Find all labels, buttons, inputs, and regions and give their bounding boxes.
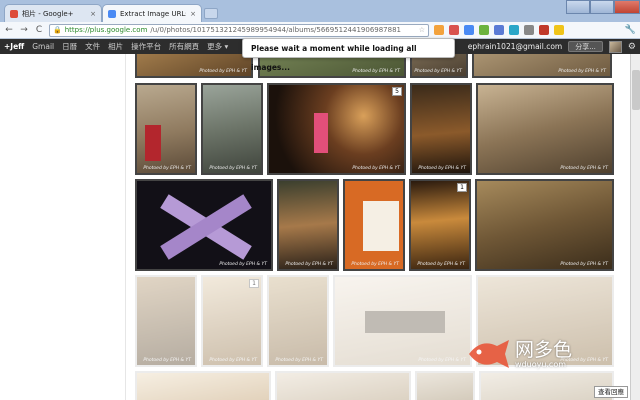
photo-thumbnail[interactable]	[275, 371, 411, 400]
reload-icon[interactable]: C	[34, 25, 44, 35]
gbar-link-documents[interactable]: 文件	[85, 41, 100, 52]
maximize-button[interactable]	[590, 0, 614, 14]
photo-thumbnail[interactable]: Photoed by EPH & YT	[135, 83, 197, 175]
red-mailbox-shape	[145, 125, 161, 161]
photo-thumbnail[interactable]	[135, 371, 271, 400]
photo-credit: Photoed by EPH & YT	[560, 262, 608, 267]
photo-credit: Photoed by EPH & YT	[414, 69, 462, 74]
tab-photos[interactable]: 相片 - Google+ ×	[4, 4, 102, 22]
extension-icon[interactable]	[464, 25, 474, 35]
extension-icon[interactable]	[524, 25, 534, 35]
new-tab-button[interactable]	[204, 8, 218, 19]
tab-extract-image-urls[interactable]: Extract Image URLs for Google+ ×	[102, 4, 202, 22]
photo-thumbnail[interactable]: Photoed by EPH & YT	[476, 83, 614, 175]
photo-credit: Photoed by EPH & YT	[199, 69, 247, 74]
gbar-user-link[interactable]: +Jeff	[4, 42, 24, 51]
gbar-link-gmail[interactable]: Gmail	[32, 42, 54, 51]
minimize-button[interactable]	[566, 0, 590, 14]
gbar-link-calendar[interactable]: 日曆	[62, 41, 77, 52]
photo-credit: Photoed by EPH & YT	[418, 358, 466, 363]
watermark-url: wduoyu.com	[515, 359, 567, 369]
watermark-brand: 网多色	[515, 338, 573, 361]
stone-sculpture-shape	[365, 311, 445, 333]
url-host: https://plus.google.com	[64, 26, 148, 34]
close-tab-icon[interactable]: ×	[190, 10, 196, 18]
browser-toolbar: ← → C 🔒 https://plus.google.com/u/0/phot…	[0, 22, 640, 39]
photo-thumbnail[interactable]: Photoed by EPH & YT	[475, 179, 614, 271]
gbar-link-photos[interactable]: 相片	[108, 41, 123, 52]
photo-thumbnail[interactable]: 1 Photoed by EPH & YT	[201, 275, 263, 367]
extension-favicon-icon	[108, 9, 116, 18]
photo-credit: Photoed by EPH & YT	[219, 262, 267, 267]
account-email[interactable]: ephrain1021@gmail.com	[468, 42, 562, 51]
back-arrow-icon[interactable]: ←	[4, 25, 14, 35]
photo-credit: Photoed by EPH & YT	[417, 262, 465, 267]
tab-title: 相片 - Google+	[22, 9, 74, 18]
pink-sign-shape	[314, 113, 328, 153]
forward-arrow-icon[interactable]: →	[19, 25, 29, 35]
extension-icon[interactable]	[494, 25, 504, 35]
fish-logo-icon	[465, 334, 511, 374]
gbar-link-more[interactable]: 更多 ▾	[207, 41, 228, 52]
lock-icon: 🔒	[53, 26, 62, 34]
orange-sign-panel	[363, 201, 399, 251]
photo-credit: Photoed by EPH & YT	[558, 69, 606, 74]
photo-thumbnail[interactable]: 5 Photoed by EPH & YT	[267, 83, 406, 175]
photo-credit: Photoed by EPH & YT	[418, 166, 466, 171]
tab-title: Extract Image URLs for Google+	[120, 9, 186, 18]
photo-credit: Photoed by EPH & YT	[285, 262, 333, 267]
address-bar[interactable]: 🔒 https://plus.google.com/u/0/photos/101…	[49, 23, 429, 37]
extension-icon[interactable]	[434, 25, 444, 35]
photo-credit: Photoed by EPH & YT	[351, 262, 399, 267]
share-button[interactable]: 分享...	[568, 41, 603, 52]
page-scrollbar[interactable]	[630, 54, 640, 400]
photo-thumbnail[interactable]: Photoed by EPH & YT	[201, 83, 263, 175]
photo-count-badge: 1	[249, 279, 259, 288]
loading-notice: Please wait a moment while loading all i…	[242, 38, 455, 72]
tab-strip: 相片 - Google+ × Extract Image URLs for Go…	[0, 0, 640, 22]
photo-thumbnail[interactable]: Photoed by EPH & YT	[135, 275, 197, 367]
gbar-link-web[interactable]: 所有網頁	[169, 41, 199, 52]
photo-credit: Photoed by EPH & YT	[352, 69, 400, 74]
content-divider	[125, 54, 126, 400]
bookmark-star-icon[interactable]: ☆	[419, 26, 425, 34]
photo-thumbnail[interactable]: Photoed by EPH & YT	[410, 83, 472, 175]
photo-credit: Photoed by EPH & YT	[209, 166, 257, 171]
extension-icon[interactable]	[509, 25, 519, 35]
avatar[interactable]	[608, 40, 622, 53]
photo-thumbnail[interactable]: Photoed by EPH & YT	[343, 179, 405, 271]
photo-credit: Photoed by EPH & YT	[209, 358, 257, 363]
photo-thumbnail[interactable]: Photoed by EPH & YT	[277, 179, 339, 271]
left-margin	[0, 54, 125, 400]
photo-thumbnail[interactable]: Photoed by EPH & YT	[135, 54, 253, 78]
photo-credit: Photoed by EPH & YT	[560, 166, 608, 171]
photo-credit: Photoed by EPH & YT	[352, 166, 400, 171]
photo-credit: Photoed by EPH & YT	[275, 358, 323, 363]
extension-icon[interactable]	[479, 25, 489, 35]
photo-count-badge: 5	[392, 87, 402, 96]
photo-thumbnail[interactable]: 1 Photoed by EPH & YT	[409, 179, 471, 271]
photo-credit: Photoed by EPH & YT	[143, 166, 191, 171]
gear-icon[interactable]: ⚙	[628, 42, 636, 52]
extension-icon[interactable]	[449, 25, 459, 35]
extension-icon[interactable]	[554, 25, 564, 35]
view-comments-button[interactable]: 查看回應	[594, 386, 628, 398]
extension-icon[interactable]	[539, 25, 549, 35]
gbar-link-dashboard[interactable]: 操作平台	[131, 41, 161, 52]
photo-credit: Photoed by EPH & YT	[143, 358, 191, 363]
photo-thumbnail[interactable]: Photoed by EPH & YT	[135, 179, 273, 271]
site-watermark: 网多色 wduoyu.com	[465, 330, 605, 378]
photo-thumbnail[interactable]: Photoed by EPH & YT	[472, 54, 612, 78]
scrollbar-thumb[interactable]	[632, 70, 640, 110]
wrench-menu-icon[interactable]: 🔧	[625, 25, 636, 35]
photo-thumbnail[interactable]: Photoed by EPH & YT	[333, 275, 472, 367]
close-window-button[interactable]	[614, 0, 640, 14]
google-plus-favicon-icon	[10, 9, 18, 18]
photo-thumbnail[interactable]: Photoed by EPH & YT	[267, 275, 329, 367]
photo-count-badge: 1	[457, 183, 467, 192]
url-path: /u/0/photos/101751321245989954944/albums…	[150, 26, 401, 34]
close-tab-icon[interactable]: ×	[90, 10, 96, 18]
